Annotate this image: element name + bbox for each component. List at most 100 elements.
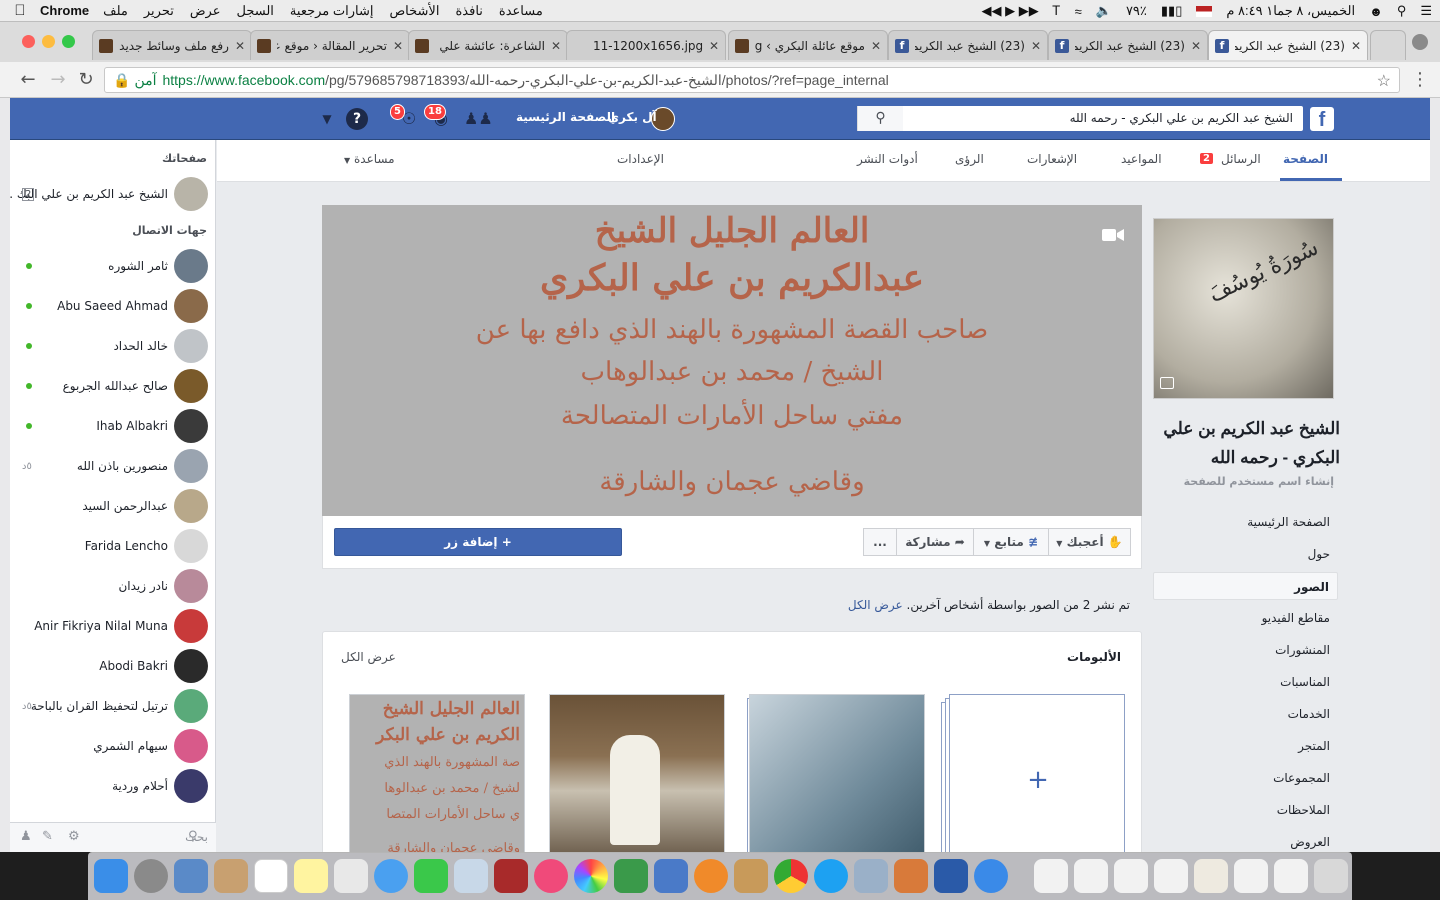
twitter-icon[interactable]: [814, 859, 848, 893]
contact-row[interactable]: Farida Lencho: [10, 528, 216, 564]
menu-bookmarks[interactable]: إشارات مرجعية: [290, 3, 374, 19]
contact-row[interactable]: ترتيل لتحفيظ القران بالباحة ٥د: [10, 688, 216, 724]
contact-row[interactable]: نادر زيدان: [10, 568, 216, 604]
word-icon[interactable]: [934, 859, 968, 893]
browser-tab[interactable]: 11-1200x1656.jpg ✕: [566, 30, 726, 60]
dock-document[interactable]: [1154, 859, 1188, 893]
close-tab-icon[interactable]: ✕: [1351, 39, 1361, 53]
chrome-icon[interactable]: [774, 859, 808, 893]
bookmark-star-icon[interactable]: ☆: [1377, 71, 1391, 91]
facebook-logo-icon[interactable]: f: [1310, 107, 1334, 131]
close-tab-icon[interactable]: ✕: [393, 39, 403, 53]
side-menu-item[interactable]: العروض: [1153, 828, 1338, 852]
archive-utility-icon[interactable]: [734, 859, 768, 893]
safari-icon[interactable]: [974, 859, 1008, 893]
messages-icon[interactable]: [374, 859, 408, 893]
contact-row[interactable]: Abodi Bakri: [10, 648, 216, 684]
mail-icon[interactable]: [174, 859, 208, 893]
new-message-icon[interactable]: ✎: [42, 829, 53, 844]
side-menu-item[interactable]: المنشورات: [1153, 636, 1338, 664]
contact-row[interactable]: Anir Fikriya Nilal Muna: [10, 608, 216, 644]
itunes-icon[interactable]: [534, 859, 568, 893]
menu-edit[interactable]: تحرير: [144, 3, 174, 19]
contact-row[interactable]: ثامر الشوره: [10, 248, 216, 284]
finder-icon[interactable]: [94, 859, 128, 893]
notification-center-icon[interactable]: ☰: [1420, 3, 1432, 19]
close-tab-icon[interactable]: ✕: [709, 39, 719, 53]
browser-tab[interactable]: موقع عائلة البكري › In g ✕: [728, 30, 888, 60]
account-menu-caret-icon[interactable]: ▼: [316, 108, 338, 130]
contact-row[interactable]: منصورين باذن الله ٥د: [10, 448, 216, 484]
tab-publishing-tools[interactable]: أدوات النشر: [857, 152, 918, 166]
minimize-window-button[interactable]: [42, 35, 55, 48]
menu-window[interactable]: نافذة: [455, 3, 482, 19]
apple-menu-icon[interactable]: : [0, 2, 40, 19]
like-button[interactable]: ✋ أعجبك ▼: [1048, 528, 1131, 556]
menu-help[interactable]: مساعدة: [499, 3, 543, 19]
volume-icon[interactable]: 🔈: [1096, 3, 1112, 19]
numbers-icon[interactable]: [614, 859, 648, 893]
back-icon[interactable]: ←: [16, 68, 40, 92]
gear-icon[interactable]: ⚙: [68, 829, 80, 844]
menu-file[interactable]: ملف: [103, 3, 128, 19]
tab-notifications[interactable]: الإشعارات: [1027, 152, 1077, 166]
profile-link[interactable]: آل بكري: [608, 110, 657, 124]
menubar-clock[interactable]: الخميس، ٨ جما١ ٨:٤٩ م: [1226, 3, 1355, 19]
create-album-tile[interactable]: +: [949, 694, 1125, 852]
dock-document[interactable]: [1034, 859, 1068, 893]
image-capture-icon[interactable]: [854, 859, 888, 893]
spotlight-icon[interactable]: ⚲: [1397, 3, 1407, 19]
search-icon[interactable]: ⚲: [857, 106, 903, 131]
page-list-item[interactable]: الشيخ عبد الكريم بن علي البك .. 2: [10, 176, 216, 212]
contact-row[interactable]: صالح عبدالله الجربوع: [10, 368, 216, 404]
tab-settings[interactable]: الإعدادات: [617, 152, 664, 166]
tab-events[interactable]: المواعيد: [1121, 152, 1162, 166]
side-menu-item[interactable]: الخدمات: [1153, 700, 1338, 728]
album-thumbnail-quran[interactable]: [749, 694, 925, 852]
contact-row[interactable]: Ihab Albakri: [10, 408, 216, 444]
side-menu-item[interactable]: المتجر: [1153, 732, 1338, 760]
contact-row[interactable]: Abu Saeed Ahmad: [10, 288, 216, 324]
wifi-icon[interactable]: ≈: [1075, 4, 1082, 19]
menu-people[interactable]: الأشخاص: [389, 3, 439, 19]
filezilla-icon[interactable]: [894, 859, 928, 893]
search-input[interactable]: الشيخ عبد الكريم بن علي البكري - رحمه ال…: [857, 106, 1303, 131]
page-title[interactable]: الشيخ عبد الكريم بن علي البكري - رحمه ال…: [1153, 414, 1340, 472]
side-menu-item[interactable]: الصفحة الرئيسية: [1153, 508, 1338, 536]
menu-view[interactable]: عرض: [190, 3, 221, 19]
forward-icon[interactable]: →: [46, 68, 70, 92]
side-menu-item[interactable]: الصور: [1153, 572, 1338, 600]
contact-row[interactable]: عبدالرحمن السيد: [10, 488, 216, 524]
video-camera-icon[interactable]: [1102, 228, 1124, 242]
input-flag-icon[interactable]: [1196, 5, 1213, 17]
create-username-link[interactable]: إنشاء اسم مستخدم للصفحة: [1153, 475, 1334, 488]
new-tab-button[interactable]: [1370, 30, 1406, 60]
side-menu-item[interactable]: المناسبات: [1153, 668, 1338, 696]
tab-insights[interactable]: الرؤى: [955, 152, 984, 166]
browser-tab[interactable]: f (23) الشيخ عبد الكريم ب ✕: [888, 30, 1048, 60]
tab-page[interactable]: الصفحة: [1283, 152, 1328, 166]
share-button[interactable]: ➦ مشاركة: [896, 528, 974, 556]
launchpad-icon[interactable]: [134, 859, 168, 893]
albums-see-all-link[interactable]: عرض الكل: [341, 650, 396, 664]
close-tab-icon[interactable]: ✕: [1191, 39, 1201, 53]
album-thumbnail-photo[interactable]: [549, 694, 725, 852]
more-button[interactable]: ...: [863, 528, 897, 556]
side-menu-item[interactable]: حول: [1153, 540, 1338, 568]
media-controls-icon[interactable]: ◀◀ ▶ ▶▶: [982, 3, 1039, 19]
album-thumbnail-cover[interactable]: العالم الجليل الشيخ الكريم بن علي البكر …: [349, 694, 525, 852]
preview-icon[interactable]: [454, 859, 488, 893]
add-button[interactable]: + إضافة زر: [334, 528, 622, 556]
tab-messages[interactable]: الرسائل: [1221, 152, 1261, 166]
follow-button[interactable]: ≇ متابع ▼: [973, 528, 1049, 556]
menu-history[interactable]: السجل: [237, 3, 274, 19]
battery-icon[interactable]: ▮▮▯: [1161, 3, 1182, 19]
close-tab-icon[interactable]: ✕: [1031, 39, 1041, 53]
close-tab-icon[interactable]: ✕: [871, 39, 881, 53]
browser-tab-active[interactable]: f (23) الشيخ عبد الكريم ب ✕: [1208, 30, 1368, 60]
dock-document[interactable]: [1074, 859, 1108, 893]
browser-tab[interactable]: رفع ملف وسائط جديد ‹ ✕: [92, 30, 252, 60]
see-all-shared-link[interactable]: عرض الكل: [848, 598, 903, 612]
dock-document[interactable]: [1114, 859, 1148, 893]
page-profile-picture[interactable]: سُورَةُ يُوسُفَ: [1153, 218, 1334, 399]
